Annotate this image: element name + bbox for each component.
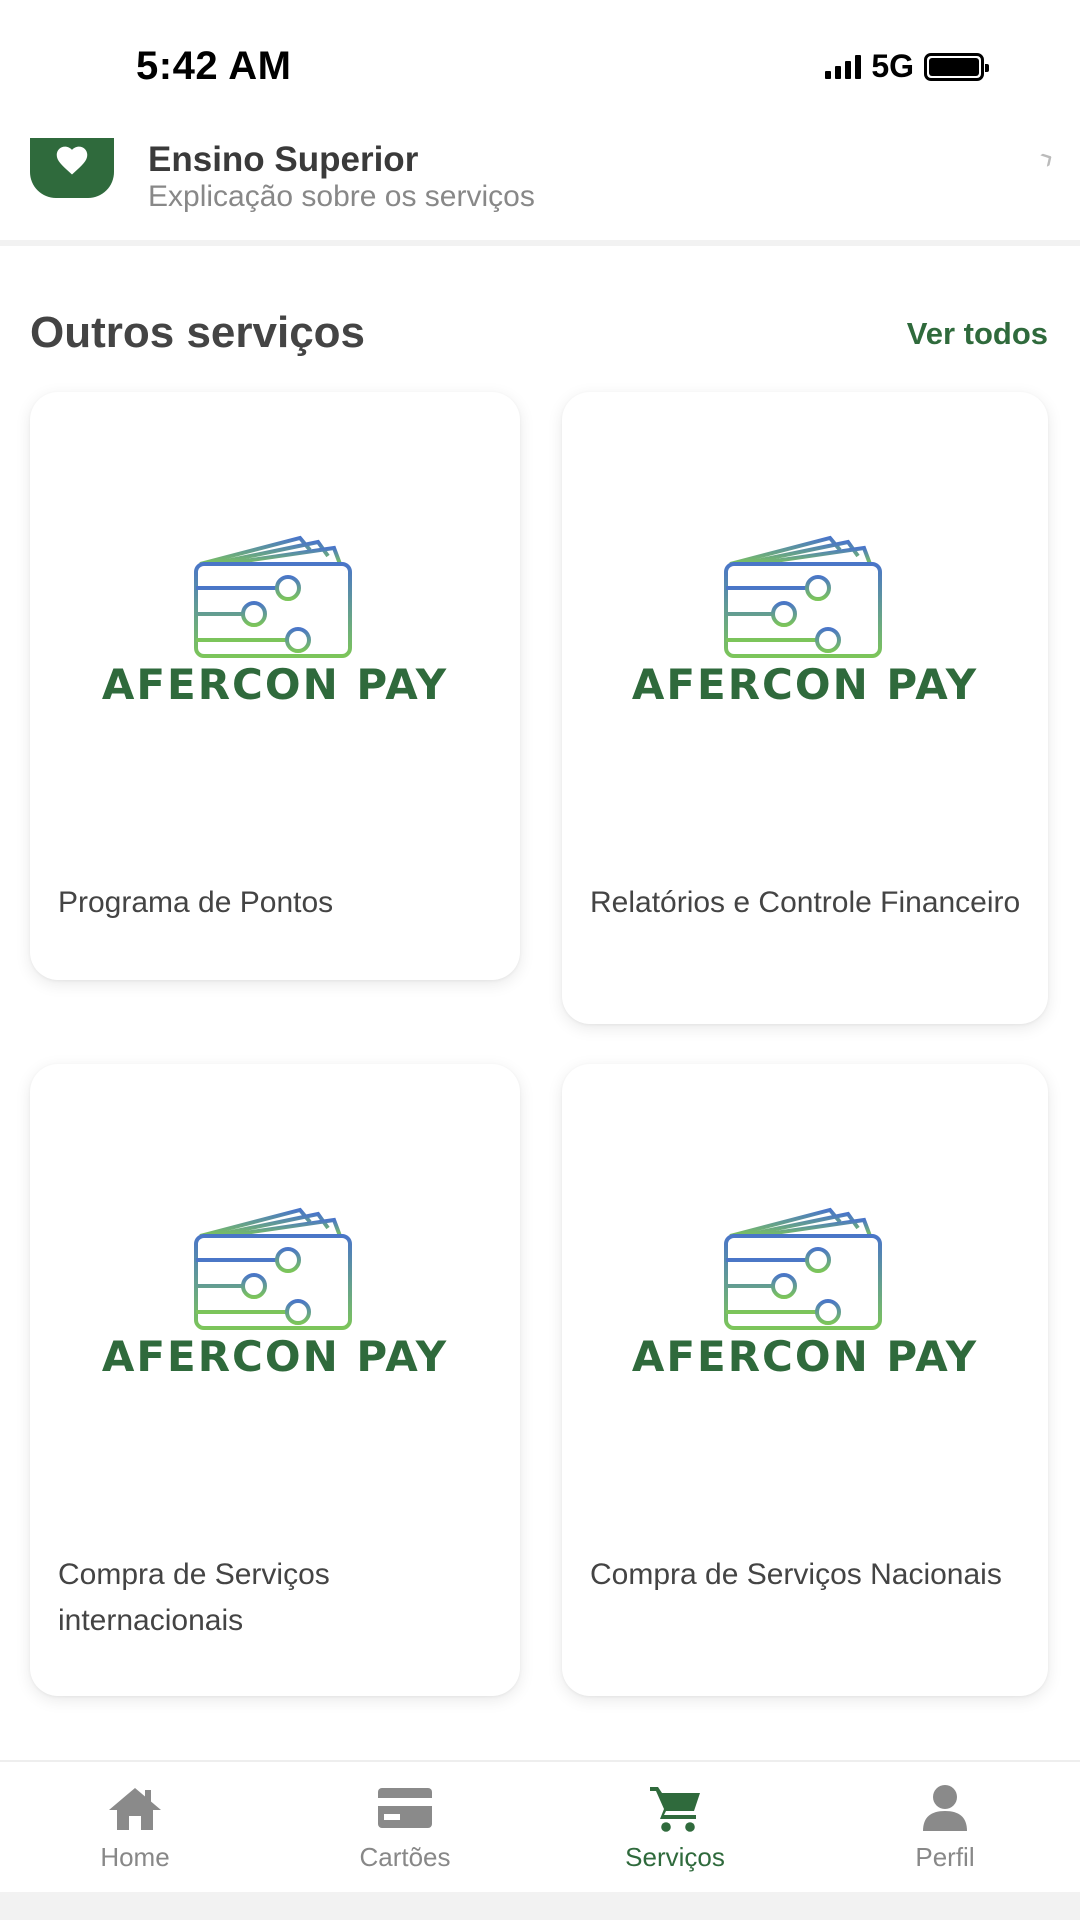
wallet-icon bbox=[194, 535, 352, 658]
status-indicators: 5G bbox=[825, 48, 989, 85]
cart-icon bbox=[648, 1780, 702, 1836]
network-type: 5G bbox=[871, 48, 914, 84]
brand-name: AFERCON PAY bbox=[101, 1332, 449, 1381]
afercon-pay-logo: AFERCON PAY bbox=[562, 392, 1048, 792]
afercon-pay-logo: AFERCON PAY bbox=[30, 1064, 520, 1464]
home-icon bbox=[107, 1780, 163, 1836]
wallet-icon bbox=[194, 1207, 352, 1330]
service-item-subtitle: Explicação sobre os serviços bbox=[148, 180, 535, 213]
nav-item-home[interactable]: Home bbox=[0, 1762, 270, 1892]
wallet-icon bbox=[724, 535, 882, 658]
brand-name: AFERCON PAY bbox=[101, 660, 449, 709]
nav-label-perfil: Perfil bbox=[915, 1842, 975, 1872]
service-item-title: Ensino Superior bbox=[148, 140, 419, 179]
card-label: Compra de Serviços internacionais bbox=[58, 1558, 330, 1637]
nav-label-cartoes: Cartões bbox=[359, 1842, 451, 1872]
system-bar bbox=[0, 1892, 1080, 1920]
afercon-pay-logo: AFERCON PAY bbox=[562, 1064, 1048, 1464]
user-icon bbox=[921, 1780, 969, 1836]
service-item-ensino-superior[interactable]: Ensino Superior Explicação sobre os serv… bbox=[0, 130, 1080, 240]
nav-item-perfil[interactable]: Perfil bbox=[810, 1762, 1080, 1892]
credit-card-icon bbox=[376, 1780, 434, 1836]
service-card-servicos-nacionais[interactable]: AFERCON PAY Compra de Serviços Nacionais bbox=[562, 1064, 1048, 1696]
see-all-link[interactable]: Ver todos bbox=[907, 316, 1048, 352]
wallet-icon bbox=[724, 1207, 882, 1330]
nav-label-servicos: Serviços bbox=[625, 1842, 725, 1872]
afercon-pay-logo: AFERCON PAY bbox=[30, 392, 520, 792]
section-title: Outros serviços bbox=[30, 308, 366, 357]
signal-icon bbox=[825, 54, 862, 79]
service-card-programa-de-pontos[interactable]: AFERCON PAY Programa de Pontos bbox=[30, 392, 520, 980]
nav-item-servicos[interactable]: Serviços bbox=[540, 1762, 810, 1892]
status-bar: 5:42 AM 5G bbox=[0, 0, 1080, 130]
chevron-right-icon: › bbox=[1031, 137, 1061, 177]
card-label: Programa de Pontos bbox=[58, 886, 334, 919]
brand-name: AFERCON PAY bbox=[631, 1332, 979, 1381]
card-label: Compra de Serviços Nacionais bbox=[590, 1558, 1002, 1591]
status-time: 5:42 AM bbox=[136, 44, 292, 88]
nav-label-home: Home bbox=[100, 1842, 170, 1872]
battery-icon bbox=[924, 52, 989, 81]
service-card-relatorios[interactable]: AFERCON PAY Relatórios e Controle Financ… bbox=[562, 392, 1048, 1024]
brand-name: AFERCON PAY bbox=[631, 660, 979, 709]
card-label: Relatórios e Controle Financeiro bbox=[590, 886, 1021, 919]
nav-item-cartoes[interactable]: Cartões bbox=[270, 1762, 540, 1892]
service-card-servicos-internacionais[interactable]: AFERCON PAY Compra de Serviços internaci… bbox=[30, 1064, 520, 1696]
section-divider bbox=[0, 240, 1080, 246]
heart-icon bbox=[30, 138, 114, 198]
bottom-nav: Home Cartões Serviços Perfil bbox=[0, 1760, 1080, 1892]
